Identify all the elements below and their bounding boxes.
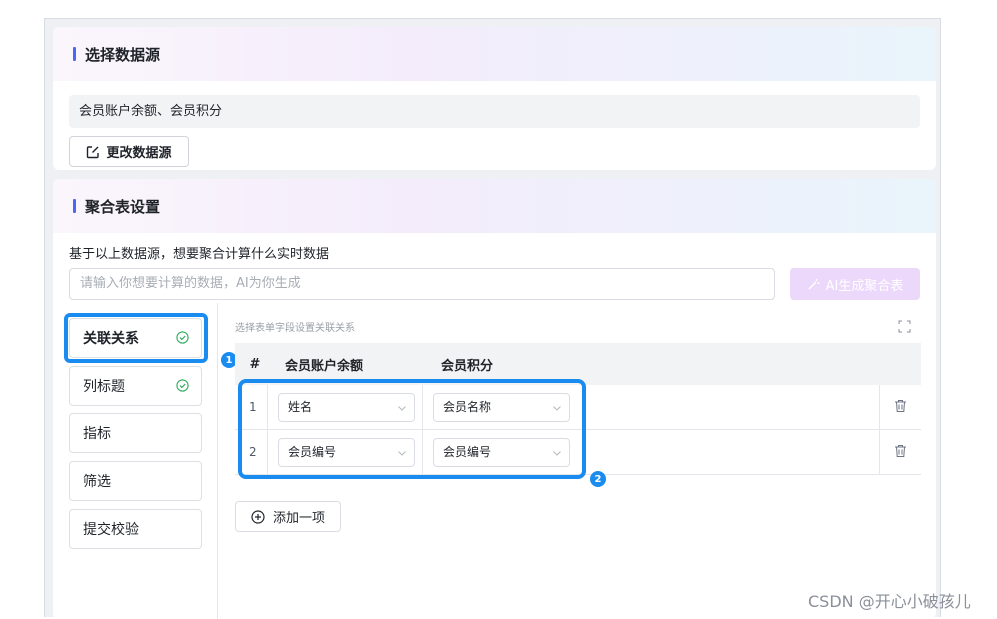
section-marker xyxy=(73,47,76,61)
trash-icon xyxy=(894,444,907,461)
select-value: 姓名 xyxy=(288,399,313,414)
change-datasource-button[interactable]: 更改数据源 xyxy=(69,136,189,167)
sidebar-item-label: 提交校验 xyxy=(83,522,139,538)
table-cell: 姓名 xyxy=(267,385,422,429)
chevron-down-icon xyxy=(552,403,562,413)
row-index: 2 xyxy=(249,445,257,459)
ai-generate-label: AI生成聚合表 xyxy=(825,278,904,294)
delete-row-button[interactable] xyxy=(879,430,921,474)
plus-circle-icon xyxy=(251,509,265,524)
ai-generate-button[interactable]: AI生成聚合表 xyxy=(790,268,920,300)
page-frame: 选择数据源 会员账户余额、会员积分 更改数据源 聚合表设置 基于以上数据源，想要… xyxy=(44,18,941,619)
sidebar-item-relation[interactable]: 关联关系 xyxy=(69,318,202,358)
left-field-select[interactable]: 姓名 xyxy=(278,392,415,422)
add-item-button[interactable]: 添加一项 xyxy=(235,501,341,532)
magic-wand-icon xyxy=(807,278,820,291)
left-field-select[interactable]: 会员编号 xyxy=(278,437,415,467)
divider xyxy=(217,303,218,619)
relation-table: # 会员账户余额 会员积分 1 姓名 会员名称 2 会员编号 会员编号 xyxy=(235,343,921,475)
sidebar-item-label: 筛选 xyxy=(83,474,111,490)
column-header: 会员账户余额 xyxy=(285,358,364,374)
aggregate-title: 聚合表设置 xyxy=(85,197,161,216)
check-circle-icon xyxy=(176,331,189,344)
table-row: 2 会员编号 会员编号 xyxy=(235,430,921,475)
expand-icon[interactable] xyxy=(898,320,911,333)
sidebar-item-column-title[interactable]: 列标题 xyxy=(69,366,202,406)
table-cell: 会员编号 xyxy=(267,430,422,474)
right-field-select[interactable]: 会员编号 xyxy=(433,437,570,467)
sidebar-item-label: 指标 xyxy=(83,426,111,442)
edit-icon xyxy=(86,145,100,159)
sidebar-item-label: 列标题 xyxy=(83,379,125,395)
table-header: # 会员账户余额 会员积分 xyxy=(235,343,921,385)
chevron-down-icon xyxy=(397,403,407,413)
aggregate-description: 基于以上数据源，想要聚合计算什么实时数据 xyxy=(69,247,330,262)
watermark: CSDN @开心小破孩儿 xyxy=(808,592,971,611)
aggregate-header: 聚合表设置 xyxy=(53,179,936,233)
right-field-select[interactable]: 会员名称 xyxy=(433,392,570,422)
row-index: 1 xyxy=(249,400,257,414)
chevron-down-icon xyxy=(397,448,407,458)
sidebar-item-filter[interactable]: 筛选 xyxy=(69,461,202,501)
check-circle-icon xyxy=(176,379,189,392)
sidebar-item-metrics[interactable]: 指标 xyxy=(69,413,202,453)
relation-hint: 选择表单字段设置关联关系 xyxy=(235,323,355,334)
select-value: 会员名称 xyxy=(443,399,492,414)
sidebar-item-label: 关联关系 xyxy=(83,331,139,347)
change-datasource-label: 更改数据源 xyxy=(106,146,172,161)
step-badge-2: 2 xyxy=(590,471,606,487)
table-row: 1 姓名 会员名称 xyxy=(235,385,921,430)
ai-prompt-input[interactable]: 请输入你想要计算的数据，AI为你生成 xyxy=(69,268,775,300)
column-header: 会员积分 xyxy=(441,358,494,374)
sidebar-item-validation[interactable]: 提交校验 xyxy=(69,509,202,549)
table-cell: 会员名称 xyxy=(422,385,577,429)
datasource-card: 选择数据源 会员账户余额、会员积分 更改数据源 xyxy=(53,27,936,170)
datasource-title: 选择数据源 xyxy=(85,45,161,64)
select-value: 会员编号 xyxy=(443,444,492,459)
section-marker xyxy=(73,199,76,213)
column-header: # xyxy=(249,356,261,372)
select-value: 会员编号 xyxy=(288,444,337,459)
table-cell: 会员编号 xyxy=(422,430,577,474)
selected-datasource: 会员账户余额、会员积分 xyxy=(69,95,920,128)
delete-row-button[interactable] xyxy=(879,385,921,429)
aggregate-card: 聚合表设置 基于以上数据源，想要聚合计算什么实时数据 请输入你想要计算的数据，A… xyxy=(53,179,936,619)
datasource-header: 选择数据源 xyxy=(53,27,936,81)
trash-icon xyxy=(894,399,907,416)
add-item-label: 添加一项 xyxy=(272,511,325,526)
chevron-down-icon xyxy=(552,448,562,458)
